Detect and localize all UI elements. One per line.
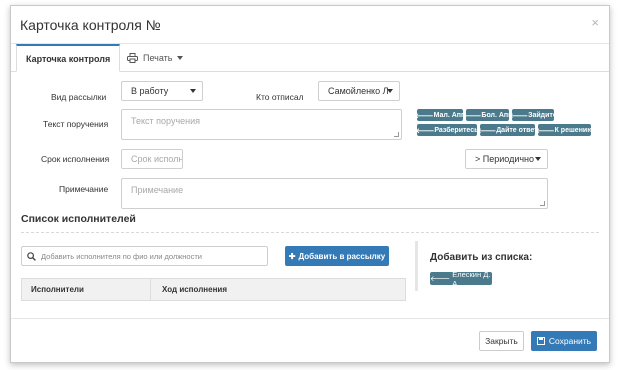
arrow-left-icon: 🡐 — [462, 112, 482, 120]
printer-icon — [127, 53, 138, 63]
arrow-left-icon: 🡐 — [430, 274, 451, 283]
quick-button-zaidite[interactable]: 🡐 Зайдите — [509, 109, 557, 121]
note-text-area[interactable]: Примечание — [121, 178, 548, 209]
note-label: Примечание — [59, 184, 109, 194]
quick-button-bol-app[interactable]: 🡐 Бол. Апп — [462, 109, 512, 121]
close-icon[interactable]: × — [591, 15, 599, 30]
tab-control-card[interactable]: Карточка контроля — [16, 44, 121, 72]
add-to-mailing-button[interactable]: ✚ Добавить в рассылку — [285, 246, 389, 266]
print-dropdown[interactable]: Печать — [118, 44, 192, 72]
deadline-input[interactable]: Срок исполн — [121, 149, 183, 169]
chevron-down-icon — [387, 89, 393, 93]
dialog-footer-divider — [11, 318, 609, 319]
close-button[interactable]: Закрыть — [479, 331, 524, 351]
arrow-left-icon: 🡐 — [509, 112, 529, 120]
note-placeholder: Примечание — [131, 185, 184, 195]
arrow-left-icon: 🡐 — [535, 127, 555, 135]
arrow-left-icon: 🡐 — [415, 127, 435, 135]
section-divider — [21, 232, 599, 233]
chevron-down-icon — [177, 56, 184, 60]
print-label: Печать — [143, 53, 173, 63]
signed-by-value: Самойленко Л — [328, 86, 389, 96]
save-label: Сохранить — [548, 336, 592, 346]
plus-icon: ✚ — [288, 251, 296, 261]
floppy-disk-icon — [536, 337, 545, 345]
mailing-type-value: В работу — [131, 86, 169, 96]
resize-handle-icon[interactable] — [540, 201, 545, 206]
vertical-divider — [415, 241, 418, 291]
quick-button-razberites[interactable]: 🡐 Разберитесь — [415, 124, 478, 136]
mailing-type-select[interactable]: В работу — [121, 81, 203, 101]
signed-by-select[interactable]: Самойленко Л — [318, 81, 400, 101]
quick-button-daite-otvet[interactable]: 🡐 Дайте ответ — [477, 124, 538, 136]
executors-table-header: Исполнители Ход исполнения — [21, 278, 406, 301]
dialog-header: Карточка контроля № × — [11, 6, 609, 44]
arrow-left-icon: 🡐 — [477, 127, 497, 135]
order-text-placeholder: Текст поручения — [131, 116, 201, 126]
arrow-left-icon: 🡐 — [414, 112, 434, 120]
quick-button-mal-app[interactable]: 🡐 Мал. Апп — [414, 109, 465, 121]
add-to-mailing-label: Добавить в рассылку — [298, 251, 386, 261]
control-card-dialog: Карточка контроля № × Карточка контроля … — [10, 5, 610, 363]
deadline-placeholder: Срок исполн — [131, 154, 183, 164]
order-text-area[interactable]: Текст поручения — [121, 109, 402, 140]
order-text-label: Текст поручения — [43, 119, 109, 129]
executors-section-title: Список исполнителей — [21, 213, 136, 225]
periodicity-select[interactable]: > Периодично — [465, 149, 548, 169]
chevron-down-icon — [190, 89, 196, 93]
column-progress: Ход исполнения — [162, 285, 227, 294]
tab-control-card-label: Карточка контроля — [26, 53, 111, 64]
signed-by-label: Кто отписал — [256, 92, 304, 102]
tab-bar: Карточка контроля Печать — [11, 44, 609, 72]
search-icon — [27, 252, 36, 261]
periodicity-value: > Периодично — [475, 154, 535, 164]
person-name: Елескин Д. А. — [452, 269, 491, 288]
add-person-button[interactable]: 🡐 Елескин Д. А. — [430, 269, 492, 288]
column-divider — [150, 279, 151, 300]
mailing-type-label: Вид рассылки — [51, 92, 107, 102]
column-executors: Исполнители — [31, 285, 84, 294]
quick-button-k-resheniyu[interactable]: 🡐 К решению — [535, 124, 593, 136]
resize-handle-icon[interactable] — [394, 132, 399, 137]
deadline-label: Срок исполнения — [41, 154, 110, 164]
add-from-list-title: Добавить из списка: — [430, 252, 533, 263]
executor-search-placeholder: Добавить исполнителя по фио или должност… — [41, 252, 202, 261]
executor-search-input[interactable]: Добавить исполнителя по фио или должност… — [21, 246, 268, 266]
dialog-title: Карточка контроля № — [20, 17, 161, 33]
chevron-down-icon — [535, 157, 541, 161]
save-button[interactable]: Сохранить — [531, 331, 597, 351]
